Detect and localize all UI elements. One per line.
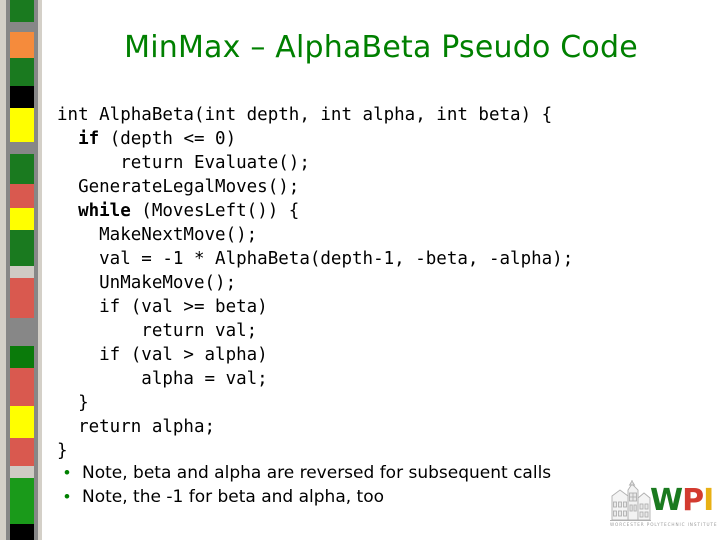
code-text: alpha = val; <box>57 369 268 389</box>
code-line: if (val > alpha) <box>57 343 697 367</box>
sidebar-block-6 <box>10 142 34 154</box>
code-line: GenerateLegalMoves(); <box>57 175 697 199</box>
sidebar-block-12 <box>10 278 34 318</box>
sidebar-block-14 <box>10 346 34 368</box>
code-text: MakeNextMove(); <box>57 225 258 245</box>
code-text: if (val >= beta) <box>57 297 268 317</box>
sidebar-block-19 <box>10 478 34 524</box>
sidebar-block-3 <box>10 58 34 86</box>
code-text: UnMakeMove(); <box>57 273 237 293</box>
code-text: GenerateLegalMoves(); <box>57 177 300 197</box>
bullet-text: Note, the -1 for beta and alpha, too <box>82 487 385 507</box>
list-item: • Note, beta and alpha are reversed for s… <box>60 462 660 486</box>
bullet-text: Note, beta and alpha are reversed for su… <box>82 463 552 483</box>
wpi-letter-w: W <box>650 483 683 518</box>
code-text: val = -1 * AlphaBeta(depth-1, -beta, -al… <box>57 249 574 269</box>
code-line: UnMakeMove(); <box>57 271 697 295</box>
code-text: return val; <box>57 321 258 341</box>
code-text: } <box>57 393 89 413</box>
decorative-sidebar <box>0 0 42 540</box>
sidebar-block-20 <box>10 524 34 540</box>
code-line: return Evaluate(); <box>57 151 697 175</box>
sidebar-block-18 <box>10 466 34 478</box>
sidebar-block-17 <box>10 438 34 466</box>
sidebar-block-8 <box>10 184 34 208</box>
code-line: MakeNextMove(); <box>57 223 697 247</box>
sidebar-block-16 <box>10 406 34 438</box>
wpi-building-icon <box>610 480 651 521</box>
sidebar-block-0 <box>10 0 34 22</box>
notes-bullet-list: • Note, beta and alpha are reversed for s… <box>60 462 660 510</box>
code-line: if (depth <= 0) <box>57 127 697 151</box>
code-line: return val; <box>57 319 697 343</box>
sidebar-block-11 <box>10 266 34 278</box>
sidebar-block-5 <box>10 108 34 142</box>
code-line: int AlphaBeta(int depth, int alpha, int … <box>57 103 697 127</box>
code-line: if (val >= beta) <box>57 295 697 319</box>
wpi-logo: WPI WORCESTER POLYTECHNIC INSTITUTE <box>608 478 718 534</box>
code-keyword: if <box>78 129 100 149</box>
code-keyword: while <box>78 201 131 221</box>
code-line: alpha = val; <box>57 367 697 391</box>
wpi-letter-i: I <box>703 483 714 518</box>
code-text: return Evaluate(); <box>57 153 310 173</box>
pseudo-code-block: int AlphaBeta(int depth, int alpha, int … <box>57 103 697 463</box>
code-text: (depth <= 0) <box>99 129 237 149</box>
code-text: if (val > alpha) <box>57 345 268 365</box>
bullet-dot-icon: • <box>64 463 70 482</box>
wpi-tagline: WORCESTER POLYTECHNIC INSTITUTE <box>610 522 718 527</box>
code-line: val = -1 * AlphaBeta(depth-1, -beta, -al… <box>57 247 697 271</box>
code-line: while (MovesLeft()) { <box>57 199 697 223</box>
bullet-dot-icon: • <box>64 487 70 506</box>
sidebar-block-13 <box>10 318 34 346</box>
sidebar-block-15 <box>10 368 34 406</box>
code-text: int AlphaBeta(int depth, int alpha, int … <box>57 105 553 125</box>
wpi-letter-p: P <box>682 483 704 518</box>
wpi-wordmark: WPI <box>650 483 714 518</box>
sidebar-block-4 <box>10 86 34 108</box>
list-item: • Note, the -1 for beta and alpha, too <box>60 486 660 510</box>
page-title: MinMax – AlphaBeta Pseudo Code <box>124 30 638 65</box>
slide-canvas: MinMax – AlphaBeta Pseudo Code int Alpha… <box>0 0 720 540</box>
code-line: } <box>57 439 697 463</box>
code-line: } <box>57 391 697 415</box>
sidebar-block-1 <box>10 22 34 32</box>
code-text: return alpha; <box>57 417 216 437</box>
code-line: return alpha; <box>57 415 697 439</box>
code-text: (MovesLeft()) { <box>130 201 300 221</box>
sidebar-block-7 <box>10 154 34 184</box>
code-text: } <box>57 441 68 461</box>
sidebar-block-10 <box>10 230 34 266</box>
sidebar-block-2 <box>10 32 34 58</box>
sidebar-block-9 <box>10 208 34 230</box>
